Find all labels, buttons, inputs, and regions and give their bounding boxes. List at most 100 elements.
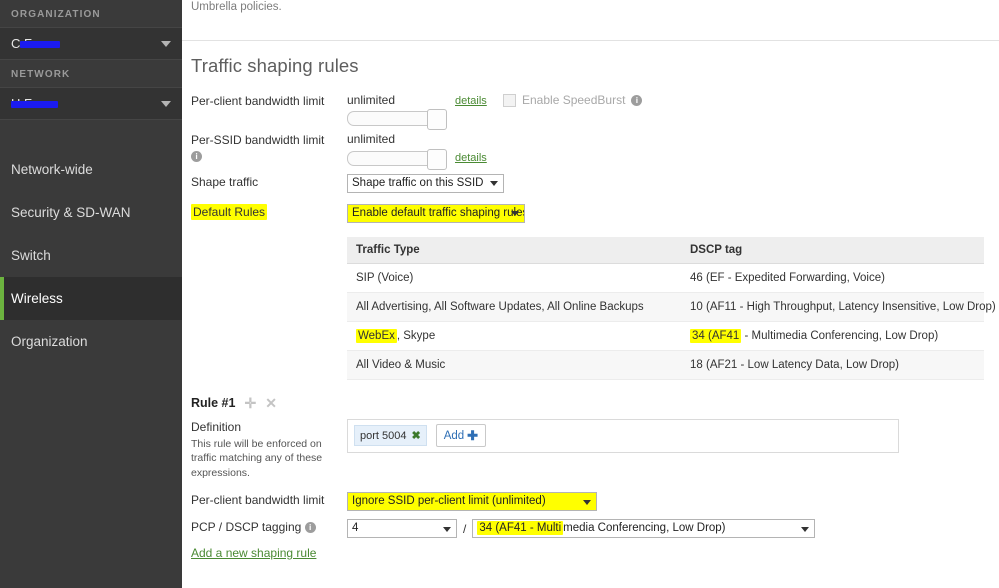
default-rules-table: Traffic Type DSCP tag SIP (Voice) 46 (EF… (347, 236, 996, 380)
cell-dscp-tag: 34 (AF41 - Multimedia Conferencing, Low … (681, 321, 984, 351)
cell-traffic-type: All Video & Music (347, 350, 681, 380)
per-client-details-link[interactable]: details (455, 95, 487, 107)
page-title: Traffic shaping rules (191, 55, 359, 76)
per-ssid-bandwidth-label: Per-SSID bandwidth limit i (182, 132, 347, 163)
pcp-dscp-label-group: PCP / DSCP tagging i (182, 519, 347, 535)
definition-label: Definition (191, 419, 242, 434)
per-ssid-details-link[interactable]: details (455, 152, 487, 164)
remove-icon[interactable]: ✖ (411, 429, 420, 442)
sidebar-item-label: Network-wide (11, 162, 93, 177)
shape-traffic-field: Shape traffic on this SSID (347, 173, 999, 196)
per-client-bandwidth-field: unlimited details Enable SpeedBurst i (347, 93, 999, 131)
per-ssid-bandwidth-row: Per-SSID bandwidth limit i unlimited det… (182, 132, 999, 170)
per-ssid-bandwidth-label-text: Per-SSID bandwidth limit (191, 133, 325, 148)
shape-traffic-value: Shape traffic on this SSID (352, 176, 484, 189)
default-rules-value: Enable default traffic shaping rules (352, 206, 525, 219)
sidebar-item-security-sdwan[interactable]: Security & SD-WAN (0, 191, 182, 234)
dscp-select[interactable]: 34 (AF41 - Multi media Conferencing, Low … (472, 519, 816, 539)
per-ssid-bandwidth-value: unlimited (347, 132, 396, 147)
definition-label-group: Definition This rule will be enforced on… (182, 419, 347, 481)
plus-icon: ✚ (467, 427, 479, 443)
rule-title: Rule #1 (191, 395, 236, 410)
slider-knob[interactable] (427, 148, 447, 170)
sidebar-organization-label: ORGANIZATION (11, 9, 101, 20)
per-client-bandwidth-value: unlimited (347, 93, 396, 107)
definition-row: Definition This rule will be enforced on… (182, 418, 999, 481)
table-row: SIP (Voice) 46 (EF - Expedited Forwardin… (347, 263, 984, 293)
speedburst-checkbox[interactable] (503, 93, 516, 107)
default-rules-field: Enable default traffic shaping rules Tra… (347, 203, 999, 380)
network-picker[interactable]: H F (0, 87, 182, 120)
per-ssid-bandwidth-field: unlimited details (347, 132, 999, 170)
chevron-down-icon (511, 211, 519, 217)
move-icon[interactable]: ✛ (244, 396, 256, 410)
close-icon[interactable]: ✕ (265, 396, 277, 410)
sidebar-item-label: Security & SD-WAN (11, 205, 131, 220)
cell-dscp-tag-rest: - Multimedia Conferencing, Low Drop) (741, 329, 939, 342)
expression-chip-label: port 5004 (360, 429, 407, 442)
chevron-down-icon (443, 526, 451, 532)
cell-dscp-tag: 46 (EF - Expedited Forwarding, Voice) (681, 263, 984, 293)
per-client-bandwidth-label: Per-client bandwidth limit (191, 94, 325, 108)
rule-per-client-limit-select[interactable]: Ignore SSID per-client limit (unlimited) (347, 492, 597, 512)
cell-traffic-type-rest: , Skype (396, 329, 436, 342)
cell-dscp-tag: 18 (AF21 - Low Latency Data, Low Drop) (681, 350, 984, 380)
organization-name: C F (11, 36, 60, 51)
default-rules-select[interactable]: Enable default traffic shaping rules (347, 203, 525, 223)
cell-dscp-tag-highlight: 34 (AF41 (690, 328, 742, 343)
cell-traffic-type: All Advertising, All Software Updates, A… (347, 292, 681, 322)
per-client-bandwidth-slider[interactable] (347, 109, 447, 131)
rule-per-client-limit-label: Per-client bandwidth limit (191, 493, 325, 508)
speedburst-label: Enable SpeedBurst (522, 93, 626, 107)
meraki-dashboard: ORGANIZATION C F NETWORK H F Network-wid… (0, 0, 999, 588)
separator: / (463, 521, 467, 536)
sidebar: ORGANIZATION C F NETWORK H F Network-wid… (0, 0, 182, 588)
main-content: Umbrella policies. Traffic shaping rules… (182, 0, 999, 588)
definition-field: port 5004 ✖ Add ✚ (347, 418, 999, 453)
shape-traffic-row: Shape traffic Shape traffic on this SSID (182, 173, 999, 196)
table-header-row: Traffic Type DSCP tag (347, 236, 984, 264)
pcp-dscp-label: PCP / DSCP tagging (191, 520, 302, 535)
network-redaction (11, 101, 58, 108)
pcp-dscp-row: PCP / DSCP tagging i 4 / 34 (AF41 - Mult… (182, 519, 999, 539)
default-rules-row: Default Rules Enable default traffic sha… (182, 203, 999, 380)
per-ssid-bandwidth-slider[interactable] (347, 148, 447, 170)
expression-chip[interactable]: port 5004 ✖ (354, 425, 427, 447)
sidebar-item-organization[interactable]: Organization (0, 320, 182, 363)
shape-traffic-label: Shape traffic (191, 174, 259, 189)
slider-knob[interactable] (427, 109, 447, 131)
default-rules-label: Default Rules (182, 203, 347, 220)
pcp-dscp-field: 4 / 34 (AF41 - Multi media Conferencing, … (347, 519, 999, 539)
definition-box[interactable]: port 5004 ✖ Add ✚ (347, 418, 899, 453)
rule-per-client-limit-value: Ignore SSID per-client limit (unlimited) (352, 495, 546, 508)
speedburst-group: Enable SpeedBurst i (503, 93, 643, 107)
rule-per-client-limit-field: Ignore SSID per-client limit (unlimited) (347, 492, 999, 514)
column-header-dscp-tag: DSCP tag (681, 236, 984, 264)
table-row: All Advertising, All Software Updates, A… (347, 292, 996, 322)
info-icon[interactable]: i (304, 522, 316, 534)
sidebar-item-wireless[interactable]: Wireless (0, 277, 182, 320)
pcp-select[interactable]: 4 (347, 519, 457, 539)
info-icon[interactable]: i (631, 94, 643, 106)
info-icon[interactable]: i (191, 151, 202, 163)
chevron-down-icon (583, 499, 591, 505)
dscp-value-highlight: 34 (AF41 - Multi (477, 521, 564, 536)
add-expression-button[interactable]: Add ✚ (435, 424, 487, 448)
sidebar-item-switch[interactable]: Switch (0, 234, 182, 277)
chevron-down-icon (801, 526, 810, 532)
chevron-down-icon (490, 181, 498, 187)
rule-header: Rule #1 ✛ ✕ (191, 396, 999, 410)
cell-traffic-type-highlight: WebEx (356, 328, 397, 343)
table-row: All Video & Music 18 (AF21 - Low Latency… (347, 350, 984, 380)
chevron-down-icon (161, 40, 171, 47)
default-rules-label-text: Default Rules (191, 203, 268, 220)
pcp-value: 4 (352, 522, 359, 535)
organization-picker[interactable]: C F (0, 27, 182, 60)
chevron-down-icon (161, 100, 171, 107)
organization-redaction (20, 41, 60, 48)
add-new-shaping-rule-link[interactable]: Add a new shaping rule (191, 546, 316, 560)
sidebar-item-label: Wireless (11, 291, 63, 306)
shape-traffic-select[interactable]: Shape traffic on this SSID (347, 173, 504, 193)
sidebar-item-network-wide[interactable]: Network-wide (0, 148, 182, 191)
